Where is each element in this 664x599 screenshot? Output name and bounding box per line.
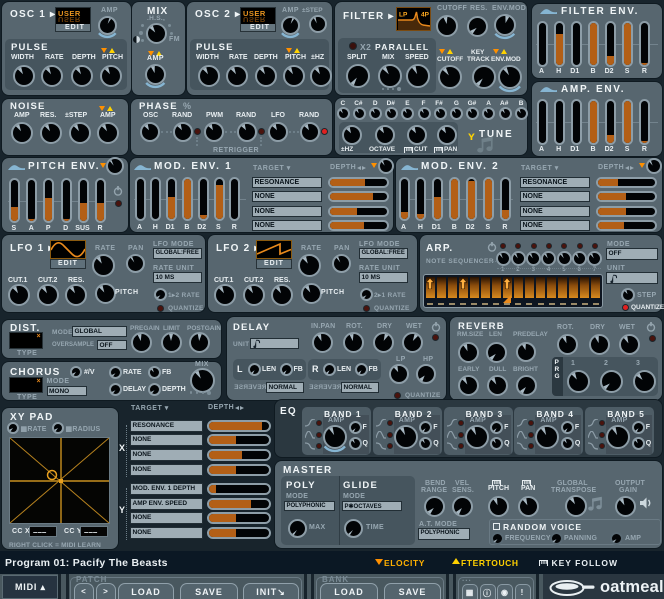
svg-text:LP: LP xyxy=(399,11,408,18)
svg-text:4P: 4P xyxy=(421,11,430,18)
